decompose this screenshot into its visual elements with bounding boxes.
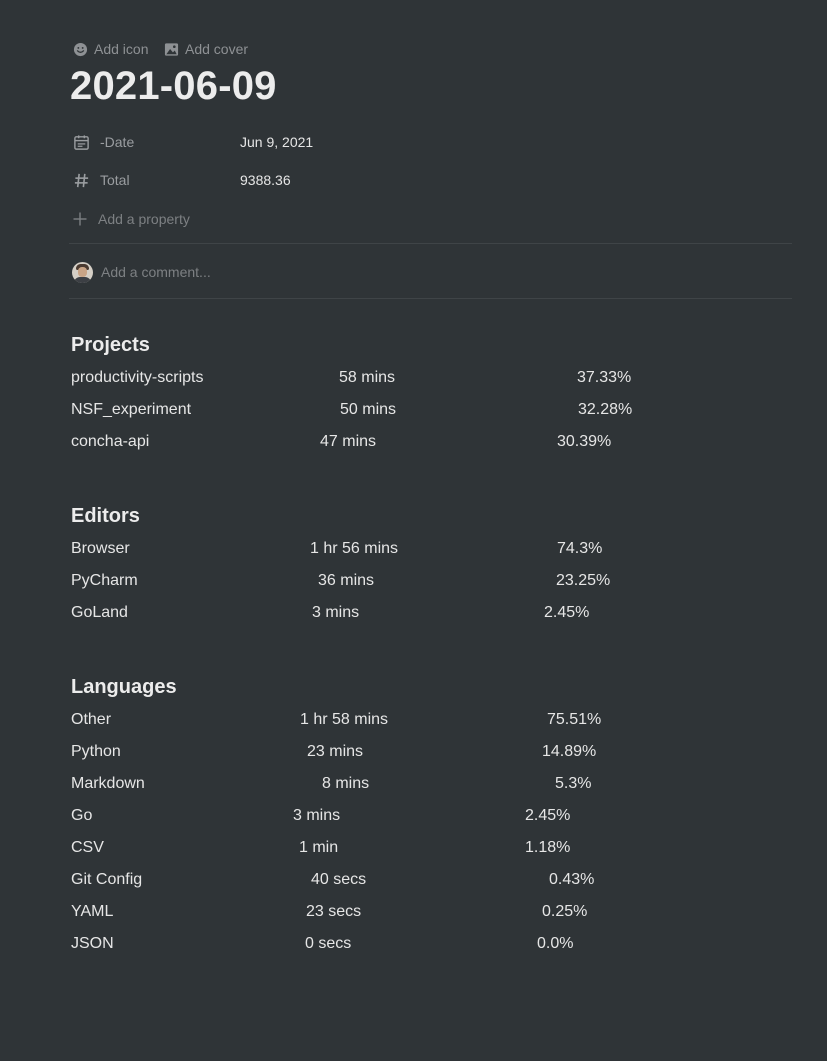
comment-input[interactable]: Add a comment... <box>72 261 211 283</box>
comment-placeholder: Add a comment... <box>101 264 211 280</box>
divider <box>69 243 792 244</box>
image-icon <box>164 42 179 56</box>
editor-name: PyCharm <box>71 572 138 589</box>
language-name: Other <box>71 711 112 728</box>
project-name: NSF_experiment <box>71 401 192 418</box>
language-duration: 8 mins <box>322 775 370 792</box>
property-name: -Date <box>100 134 135 150</box>
add-property-label: Add a property <box>98 211 190 227</box>
language-percent: 0.0% <box>537 935 574 952</box>
add-icon-label: Add icon <box>94 41 149 57</box>
editor-name: Browser <box>71 540 130 557</box>
property-row-date[interactable]: -Date Jun 9, 2021 <box>70 128 400 156</box>
language-percent: 0.43% <box>549 871 595 888</box>
language-name: YAML <box>71 903 114 920</box>
project-duration: 47 mins <box>320 433 377 450</box>
avatar <box>72 261 93 283</box>
add-property-button[interactable]: Add a property <box>72 208 190 230</box>
language-percent: 2.45% <box>525 807 571 824</box>
project-percent: 32.28% <box>578 401 633 418</box>
property-value[interactable]: Jun 9, 2021 <box>240 134 313 150</box>
language-percent: 1.18% <box>525 839 571 856</box>
add-cover-label: Add cover <box>185 41 249 57</box>
project-name: concha-api <box>71 433 150 450</box>
property-name: Total <box>100 172 130 188</box>
language-duration: 23 mins <box>307 743 364 760</box>
smiley-icon <box>73 42 88 56</box>
property-row-total[interactable]: Total 9388.36 <box>70 166 400 194</box>
language-duration: 1 min <box>299 839 339 856</box>
project-name: productivity-scripts <box>71 369 204 386</box>
language-duration: 23 secs <box>306 903 362 920</box>
property-key-date[interactable]: -Date <box>70 134 240 151</box>
project-percent: 37.33% <box>577 369 632 386</box>
section-heading-editors: Editors <box>71 505 140 527</box>
editor-percent: 74.3% <box>557 540 603 557</box>
editor-percent: 23.25% <box>556 572 611 589</box>
language-duration: 1 hr 58 mins <box>300 711 389 728</box>
editor-name: GoLand <box>71 604 128 621</box>
language-name: Go <box>71 807 93 824</box>
language-duration: 3 mins <box>293 807 341 824</box>
language-name: Markdown <box>71 775 145 792</box>
language-duration: 40 secs <box>311 871 367 888</box>
language-name: JSON <box>71 935 114 952</box>
section-heading-projects: Projects <box>71 334 150 356</box>
editor-duration: 1 hr 56 mins <box>310 540 399 557</box>
hash-icon <box>70 172 92 189</box>
divider <box>69 298 792 299</box>
language-duration: 0 secs <box>305 935 352 952</box>
page-title[interactable]: 2021-06-09 <box>70 64 277 109</box>
project-duration: 50 mins <box>340 401 397 418</box>
calendar-icon <box>70 134 92 151</box>
editor-duration: 36 mins <box>318 572 375 589</box>
add-icon-button[interactable]: Add icon <box>73 40 148 58</box>
section-heading-languages: Languages <box>71 676 177 698</box>
editor-percent: 2.45% <box>544 604 590 621</box>
language-name: CSV <box>71 839 104 856</box>
language-name: Git Config <box>71 871 143 888</box>
language-percent: 14.89% <box>542 743 597 760</box>
editor-duration: 3 mins <box>312 604 360 621</box>
plus-icon <box>73 212 87 226</box>
property-key-total[interactable]: Total <box>70 172 240 189</box>
property-value[interactable]: 9388.36 <box>240 172 291 188</box>
add-cover-button[interactable]: Add cover <box>164 40 248 58</box>
language-percent: 75.51% <box>547 711 602 728</box>
project-duration: 58 mins <box>339 369 396 386</box>
language-percent: 5.3% <box>555 775 592 792</box>
language-percent: 0.25% <box>542 903 588 920</box>
language-name: Python <box>71 743 121 760</box>
project-percent: 30.39% <box>557 433 612 450</box>
